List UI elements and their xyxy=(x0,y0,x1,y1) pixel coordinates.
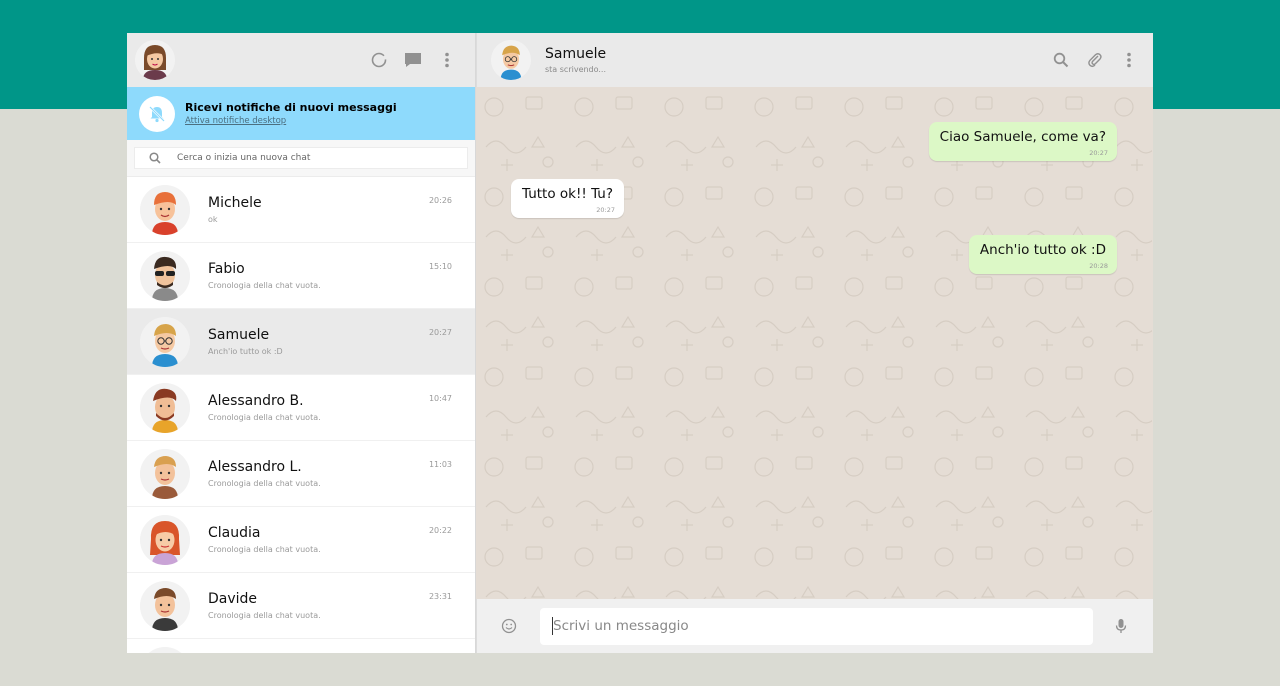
chat-last-message: Cronologia della chat vuota. xyxy=(208,479,321,488)
chat-name: Fabio xyxy=(208,261,245,277)
chat-name: Samuele xyxy=(208,327,270,343)
chat-list: Michele ok 20:26 Fabio Cronologia della … xyxy=(127,177,475,653)
sidebar: Ricevi notifiche di nuovi messaggi Attiv… xyxy=(127,33,476,653)
notification-banner: Ricevi notifiche di nuovi messaggi Attiv… xyxy=(127,87,475,140)
new-chat-icon[interactable] xyxy=(403,50,423,70)
menu-icon[interactable] xyxy=(1119,50,1139,70)
search-input[interactable] xyxy=(177,153,437,163)
contact-status: sta scrivendo... xyxy=(545,65,607,74)
message-time: 20:27 xyxy=(596,206,615,214)
bell-off-icon xyxy=(139,95,175,132)
message-text: Anch'io tutto ok :D xyxy=(979,242,1106,258)
avatar xyxy=(140,580,190,631)
chat-time: 11:03 xyxy=(428,460,452,469)
chat-item-alessandro-b[interactable]: Alessandro B. Cronologia della chat vuot… xyxy=(127,375,475,441)
chat-last-message: Cronologia della chat vuota. xyxy=(208,545,321,554)
avatar xyxy=(140,448,190,499)
chat-last-message: ok xyxy=(208,215,218,224)
doodle-background xyxy=(476,87,1152,599)
message-outgoing: Anch'io tutto ok :D 20:28 xyxy=(968,235,1117,274)
emoji-icon[interactable] xyxy=(499,616,519,636)
my-avatar[interactable] xyxy=(135,40,175,80)
chat-name: Alessandro L. xyxy=(208,459,302,475)
messages-area: Ciao Samuele, come va? 20:27 Tutto ok!! … xyxy=(476,87,1153,599)
status-icon[interactable] xyxy=(369,50,389,70)
conversation-header: Samuele sta scrivendo... xyxy=(476,33,1153,87)
chat-time: 20:26 xyxy=(428,196,452,205)
search-icon[interactable] xyxy=(1051,50,1071,70)
message-time: 20:28 xyxy=(1089,262,1108,270)
avatar xyxy=(140,184,190,235)
message-input-box xyxy=(540,607,1093,645)
message-text: Tutto ok!! Tu? xyxy=(522,186,613,202)
chat-name: Davide xyxy=(208,591,258,607)
chat-name: Claudia xyxy=(208,525,261,541)
avatar xyxy=(140,316,190,367)
chat-time: 23:31 xyxy=(428,592,452,601)
message-outgoing: Ciao Samuele, come va? 20:27 xyxy=(928,122,1117,161)
chat-last-message: Anch'io tutto ok :D xyxy=(208,347,283,356)
enable-notifications-link[interactable]: Attiva notifiche desktop xyxy=(185,116,397,126)
chat-last-message: Cronologia della chat vuota. xyxy=(208,281,321,290)
chat-item-partial[interactable] xyxy=(127,639,475,653)
search-box xyxy=(134,147,468,169)
chat-item-davide[interactable]: Davide Cronologia della chat vuota. 23:3… xyxy=(127,573,475,639)
message-text: Ciao Samuele, come va? xyxy=(939,129,1106,145)
menu-icon[interactable] xyxy=(437,50,457,70)
chat-item-michele[interactable]: Michele ok 20:26 xyxy=(127,177,475,243)
search-bar xyxy=(127,140,475,177)
contact-avatar[interactable] xyxy=(491,40,531,80)
search-icon xyxy=(149,149,161,168)
chat-item-claudia[interactable]: Claudia Cronologia della chat vuota. 20:… xyxy=(127,507,475,573)
message-input[interactable] xyxy=(553,618,1081,634)
composer xyxy=(476,599,1153,653)
avatar xyxy=(140,382,190,433)
chat-time: 20:22 xyxy=(428,526,452,535)
conversation-panel: Samuele sta scrivendo... Ciao Samuele, c… xyxy=(476,33,1153,653)
avatar xyxy=(140,646,190,653)
contact-name: Samuele xyxy=(545,46,607,62)
chat-time: 10:47 xyxy=(428,394,452,403)
chat-item-samuele[interactable]: Samuele Anch'io tutto ok :D 20:27 xyxy=(127,309,475,375)
chat-time: 15:10 xyxy=(428,262,452,271)
chat-name: Alessandro B. xyxy=(208,393,304,409)
notification-title: Ricevi notifiche di nuovi messaggi xyxy=(185,101,397,114)
chat-last-message: Cronologia della chat vuota. xyxy=(208,413,321,422)
chat-item-fabio[interactable]: Fabio Cronologia della chat vuota. 15:10 xyxy=(127,243,475,309)
chat-item-alessandro-l[interactable]: Alessandro L. Cronologia della chat vuot… xyxy=(127,441,475,507)
chat-name: Michele xyxy=(208,195,262,211)
microphone-icon[interactable] xyxy=(1111,616,1131,636)
chat-last-message: Cronologia della chat vuota. xyxy=(208,611,321,620)
attach-icon[interactable] xyxy=(1085,50,1105,70)
avatar xyxy=(140,250,190,301)
message-incoming: Tutto ok!! Tu? 20:27 xyxy=(511,179,624,218)
sidebar-header xyxy=(127,33,475,87)
chat-time: 20:27 xyxy=(428,328,452,337)
message-time: 20:27 xyxy=(1089,149,1108,157)
avatar xyxy=(140,514,190,565)
app-window: Ricevi notifiche di nuovi messaggi Attiv… xyxy=(127,33,1153,653)
